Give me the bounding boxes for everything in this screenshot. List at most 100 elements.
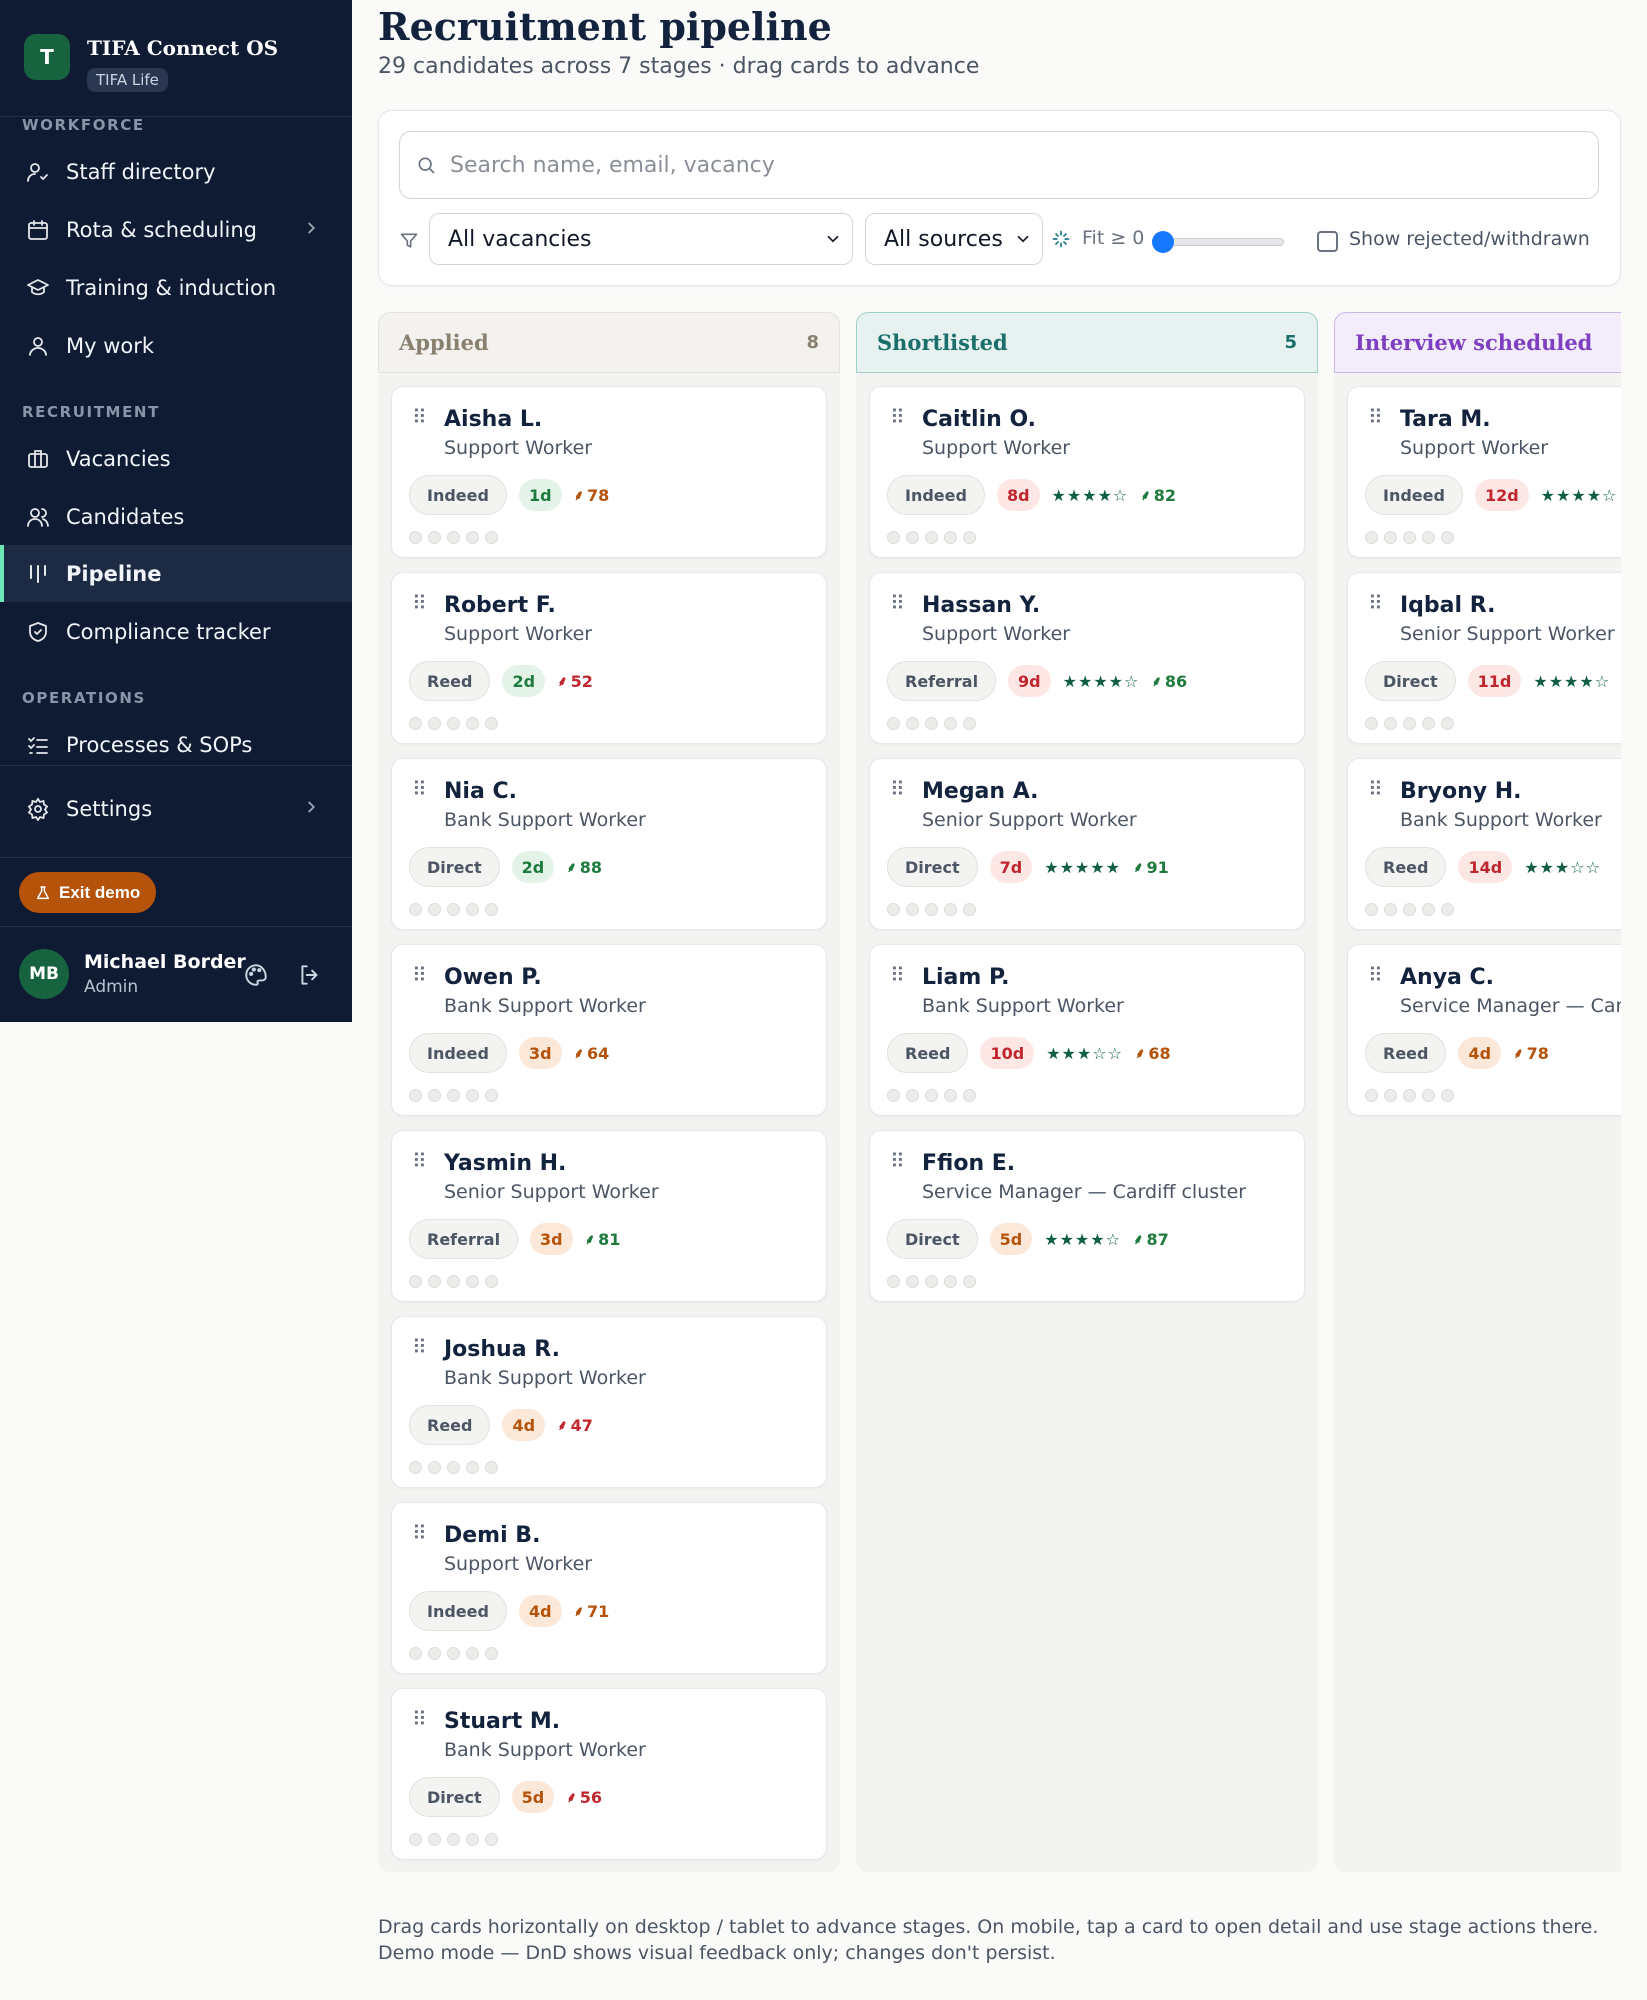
sparkle-icon: ⸙ (566, 1789, 577, 1806)
progress-dot (1384, 717, 1397, 730)
candidate-role: Senior Support Worker (1400, 623, 1615, 645)
candidate-card[interactable]: ⠿ Bryony H. Bank Support Worker Reed 14d ★★★☆… (1347, 758, 1621, 930)
candidate-role: Bank Support Worker (444, 1367, 646, 1389)
candidate-card[interactable]: ⠿ Owen P. Bank Support Worker Indeed 3d ⸙ 64 (391, 944, 827, 1116)
source-badge: Direct (887, 847, 978, 887)
rating-stars: ★★★★☆ (1044, 1229, 1121, 1249)
column-count: 8 (806, 332, 819, 353)
candidate-card[interactable]: ⠿ Anya C. Service Manager — Car Reed 4d ⸙ 78 (1347, 944, 1621, 1116)
sidebar-item-staff-directory[interactable]: Staff directory (0, 143, 352, 200)
progress-dot (485, 1461, 498, 1474)
sidebar-item-vacancies[interactable]: Vacancies (0, 430, 352, 487)
drag-handle-icon[interactable]: ⠿ (412, 1709, 427, 1729)
progress-dots (887, 903, 976, 916)
sidebar-item-rota-scheduling[interactable]: Rota & scheduling (0, 201, 352, 258)
sidebar-item-candidates[interactable]: Candidates (0, 488, 352, 545)
column-header: Shortlisted 5 (856, 312, 1318, 373)
drag-handle-icon[interactable]: ⠿ (412, 1523, 427, 1543)
candidate-name: Nia C. (444, 779, 517, 804)
sparkle-icon: ⸙ (584, 1231, 596, 1248)
progress-dot (428, 903, 441, 916)
candidate-card[interactable]: ⠿ Megan A. Senior Support Worker Direct 7d ★★… (869, 758, 1305, 930)
candidate-card[interactable]: ⠿ Iqbal R. Senior Support Worker Direct 11d ★… (1347, 572, 1621, 744)
drag-handle-icon[interactable]: ⠿ (1368, 407, 1383, 427)
drag-handle-icon[interactable]: ⠿ (890, 407, 905, 427)
progress-dot (1365, 717, 1378, 730)
candidate-card[interactable]: ⠿ Joshua R. Bank Support Worker Reed 4d ⸙ 47 (391, 1316, 827, 1488)
candidate-card[interactable]: ⠿ Demi B. Support Worker Indeed 4d ⸙ 71 (391, 1502, 827, 1674)
drag-handle-icon[interactable]: ⠿ (1368, 965, 1383, 985)
sidebar-item-pipeline[interactable]: Pipeline (0, 545, 352, 602)
exit-demo-button[interactable]: Exit demo (19, 872, 157, 913)
candidate-role: Bank Support Worker (922, 995, 1124, 1017)
brand[interactable]: T TIFA Connect OS TIFA Life (24, 34, 278, 92)
sidebar-item-settings[interactable]: Settings (0, 780, 352, 837)
sidebar-item-compliance-tracker[interactable]: Compliance tracker (0, 603, 352, 660)
candidate-card[interactable]: ⠿ Liam P. Bank Support Worker Reed 10d ★★★☆☆ ⸙… (869, 944, 1305, 1116)
drag-handle-icon[interactable]: ⠿ (890, 965, 905, 985)
users-icon (27, 507, 49, 527)
candidate-card[interactable]: ⠿ Yasmin H. Senior Support Worker Referral 3… (391, 1130, 827, 1302)
sidebar-item-training-induction[interactable]: Training & induction (0, 259, 352, 316)
candidate-meta: Direct 5d ⸙ 56 (409, 1777, 602, 1817)
vacancy-select[interactable]: All vacancies (429, 213, 853, 265)
candidate-card[interactable]: ⠿ Stuart M. Bank Support Worker Direct 5d ⸙ 56 (391, 1688, 827, 1860)
sparkle-icon: ⸙ (573, 487, 585, 504)
vacancy-select-value: All vacancies (448, 226, 592, 252)
drag-handle-icon[interactable]: ⠿ (890, 593, 905, 613)
progress-dots (887, 1275, 976, 1288)
candidate-card[interactable]: ⠿ Aisha L. Support Worker Indeed 1d ⸙ 78 (391, 386, 827, 558)
fit-score-value: 64 (587, 1043, 610, 1063)
show-rejected-checkbox[interactable] (1317, 231, 1338, 252)
days-in-stage-badge: 12d (1474, 479, 1529, 511)
drag-handle-icon[interactable]: ⠿ (890, 779, 905, 799)
candidate-card[interactable]: ⠿ Tara M. Support Worker Indeed 12d ★★★★☆ (1347, 386, 1621, 558)
progress-dot (447, 903, 460, 916)
drag-handle-icon[interactable]: ⠿ (1368, 779, 1383, 799)
search-field[interactable] (399, 131, 1599, 199)
drag-handle-icon[interactable]: ⠿ (890, 1151, 905, 1171)
drag-handle-icon[interactable]: ⠿ (1368, 593, 1383, 613)
drag-handle-icon[interactable]: ⠿ (412, 965, 427, 985)
candidate-card[interactable]: ⠿ Robert F. Support Worker Reed 2d ⸙ 52 (391, 572, 827, 744)
rating-stars: ★★★★☆ (1533, 671, 1611, 691)
progress-dot (447, 1275, 460, 1288)
candidate-card[interactable]: ⠿ Hassan Y. Support Worker Referral 9d ★★★★☆ ⸙… (869, 572, 1305, 744)
progress-dots (409, 531, 498, 544)
fit-slider-thumb[interactable] (1152, 231, 1174, 253)
drag-handle-icon[interactable]: ⠿ (412, 407, 427, 427)
sidebar-item-label: Candidates (66, 504, 185, 529)
fit-score-value: 68 (1148, 1043, 1171, 1063)
candidate-name: Hassan Y. (922, 593, 1041, 618)
candidate-name: Megan A. (922, 779, 1039, 804)
sidebar-item-label: Training & induction (66, 275, 277, 300)
fit-score: ⸙ 52 (557, 672, 593, 691)
search-input[interactable] (450, 152, 1550, 178)
drag-handle-icon[interactable]: ⠿ (412, 1151, 427, 1171)
candidate-card[interactable]: ⠿ Caitlin O. Support Worker Indeed 8d ★★★★☆ ⸙ 8… (869, 386, 1305, 558)
days-in-stage-badge: 5d (989, 1223, 1033, 1255)
progress-dot (428, 1833, 441, 1846)
progress-dot (466, 1833, 479, 1846)
progress-dots (409, 1833, 498, 1846)
candidate-meta: Indeed 1d ⸙ 78 (409, 475, 609, 515)
column-header: Applied 8 (378, 312, 840, 373)
progress-dots (887, 717, 976, 730)
candidate-card[interactable]: ⠿ Nia C. Bank Support Worker Direct 2d ⸙ 88 (391, 758, 827, 930)
candidate-meta: Referral 9d ★★★★☆ ⸙ 86 (887, 661, 1187, 701)
progress-dot (925, 717, 938, 730)
logout-icon[interactable] (297, 962, 323, 988)
progress-dot (485, 1833, 498, 1846)
fit-score-value: 78 (587, 485, 610, 505)
column-title: Applied (399, 330, 489, 355)
drag-handle-icon[interactable]: ⠿ (412, 779, 427, 799)
candidate-card[interactable]: ⠿ Ffion E. Service Manager — Cardiff clust… (869, 1130, 1305, 1302)
drag-handle-icon[interactable]: ⠿ (412, 593, 427, 613)
drag-handle-icon[interactable]: ⠿ (412, 1337, 427, 1357)
sidebar-item-my-work[interactable]: My work (0, 317, 352, 374)
palette-icon[interactable] (243, 962, 269, 988)
progress-dots (1365, 1089, 1454, 1102)
source-select[interactable]: All sources (865, 213, 1043, 265)
fit-score-value: 88 (579, 857, 602, 877)
progress-dot (466, 903, 479, 916)
